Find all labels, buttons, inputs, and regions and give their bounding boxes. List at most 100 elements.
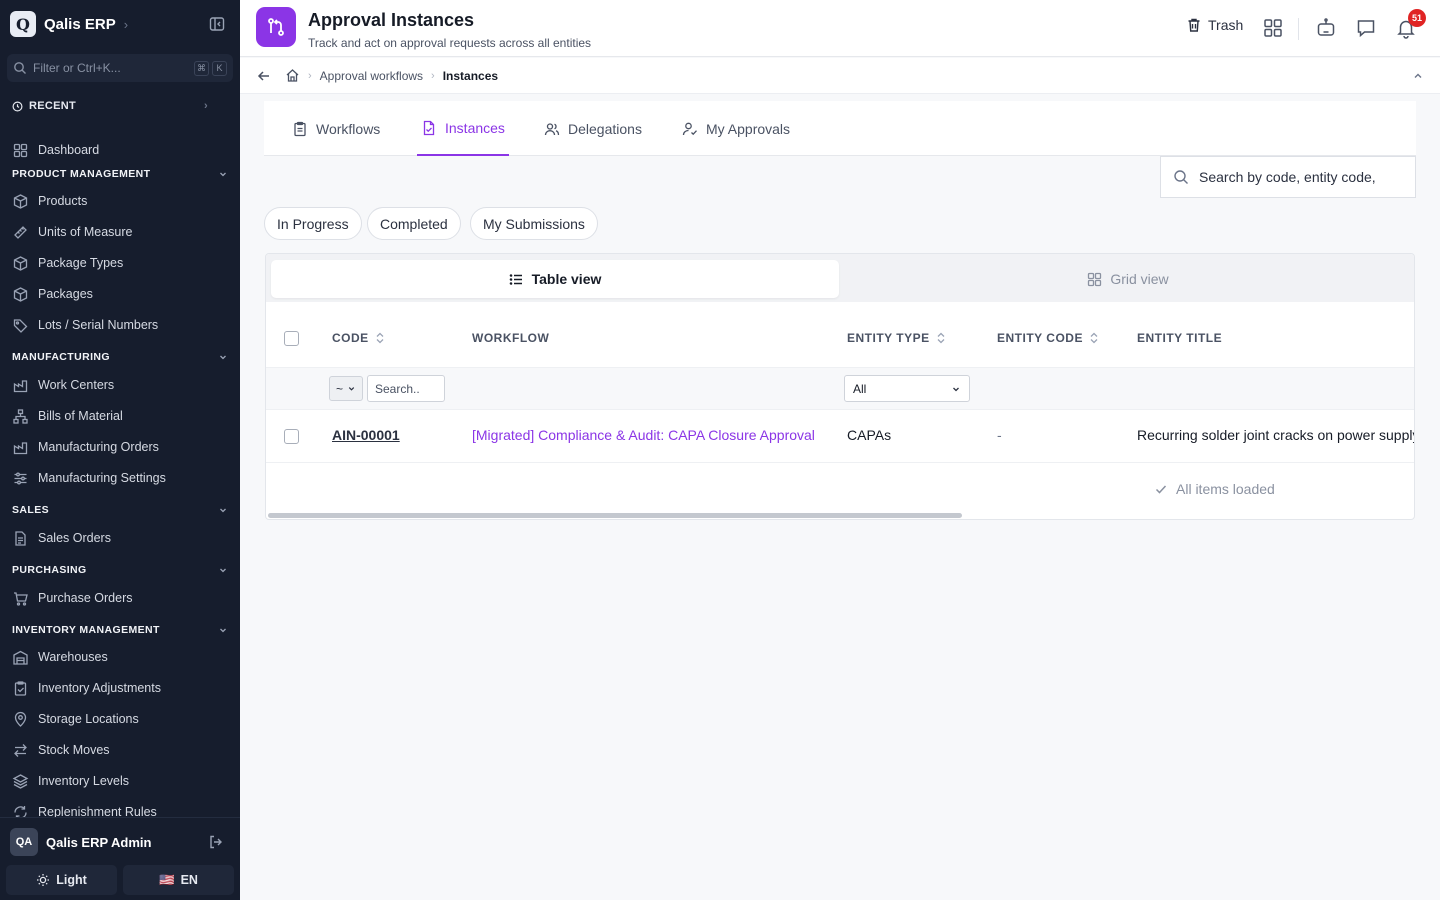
table-row[interactable]: AIN-00001 [Migrated] Compliance & Audit:…: [266, 411, 1415, 463]
robot-icon[interactable]: [1315, 17, 1337, 39]
grid-icon: [1087, 272, 1102, 287]
column-label: WORKFLOW: [472, 331, 550, 345]
sidebar-item-warehouses[interactable]: Warehouses: [12, 647, 108, 667]
tab-delegations[interactable]: Delegations: [544, 101, 642, 156]
column-label: CODE: [332, 331, 369, 345]
section-manufacturing[interactable]: MANUFACTURING: [12, 349, 228, 365]
sidebar-item-storage-locations[interactable]: Storage Locations: [12, 709, 139, 729]
sidebar-item-inventory-adjustments[interactable]: Inventory Adjustments: [12, 678, 161, 698]
dashboard-icon: [12, 142, 29, 159]
chevron-down-icon: [218, 625, 228, 635]
sidebar-item-manufacturing-orders[interactable]: Manufacturing Orders: [12, 437, 159, 457]
chevron-right-icon: ›: [123, 16, 129, 32]
tab-workflows[interactable]: Workflows: [292, 101, 380, 156]
package-icon: [12, 286, 29, 303]
avatar: QA: [10, 828, 38, 856]
sidebar-filter: ⌘ K: [7, 54, 233, 82]
sidebar-item-packages[interactable]: Packages: [12, 284, 93, 304]
sidebar-item-label: Storage Locations: [38, 712, 139, 726]
file-check-icon: [421, 120, 437, 136]
back-arrow-icon[interactable]: [257, 69, 271, 83]
search-input[interactable]: [1199, 169, 1399, 185]
user-profile[interactable]: QA Qalis ERP Admin: [10, 828, 151, 856]
column-header-code[interactable]: CODE: [332, 331, 385, 345]
breadcrumb-current: Instances: [442, 68, 499, 83]
sidebar-footer: QA Qalis ERP Admin Light 🇺🇸 EN: [0, 817, 240, 900]
sidebar-item-inventory-levels[interactable]: Inventory Levels: [12, 771, 129, 791]
sidebar-item-label: Manufacturing Settings: [38, 471, 166, 485]
sidebar-item-label: Units of Measure: [38, 225, 133, 239]
tab-label: Delegations: [568, 120, 642, 137]
column-filter-row: ~ All: [266, 367, 1414, 410]
apps-grid-icon[interactable]: [1262, 17, 1284, 39]
section-inventory-management[interactable]: INVENTORY MANAGEMENT: [12, 622, 228, 638]
sidebar-item-package-types[interactable]: Package Types: [12, 253, 123, 273]
chevron-up-icon[interactable]: [1412, 70, 1424, 82]
tab-instances[interactable]: Instances: [417, 101, 509, 156]
breadcrumb-approval-workflows[interactable]: Approval workflows: [320, 69, 423, 83]
sidebar-item-manufacturing-settings[interactable]: Manufacturing Settings: [12, 468, 166, 488]
chevron-down-icon: [218, 505, 228, 515]
entity-code-cell: -: [997, 427, 1002, 443]
chip-my-submissions[interactable]: My Submissions: [470, 207, 598, 240]
code-filter-operator[interactable]: ~: [329, 376, 363, 401]
language-button[interactable]: 🇺🇸 EN: [123, 865, 234, 895]
sidebar-item-stock-moves[interactable]: Stock Moves: [12, 740, 110, 760]
select-all-checkbox[interactable]: [284, 331, 299, 346]
section-product-management[interactable]: PRODUCT MANAGEMENT: [12, 166, 228, 182]
sort-icon: [375, 332, 385, 344]
sidebar-item-products[interactable]: Products: [12, 191, 87, 211]
horizontal-scrollbar[interactable]: [268, 513, 962, 518]
tab-my-approvals[interactable]: My Approvals: [682, 101, 790, 156]
search-icon: [1173, 169, 1189, 185]
collapse-sidebar-icon[interactable]: [208, 15, 226, 33]
sidebar-item-work-centers[interactable]: Work Centers: [12, 375, 114, 395]
home-icon[interactable]: [285, 68, 300, 83]
sidebar-item-units-of-measure[interactable]: Units of Measure: [12, 222, 132, 242]
workflow-link[interactable]: [Migrated] Compliance & Audit: CAPA Clos…: [472, 427, 815, 443]
sidebar-filter-input[interactable]: [33, 61, 191, 75]
warehouse-icon: [12, 649, 29, 666]
chevron-down-icon: [953, 387, 959, 391]
code-filter-input[interactable]: [367, 375, 445, 402]
logout-icon[interactable]: [208, 834, 224, 850]
row-checkbox[interactable]: [284, 429, 299, 444]
sidebar-item-bills-of-material[interactable]: Bills of Material: [12, 406, 123, 426]
table-view-button[interactable]: Table view: [271, 260, 839, 298]
chat-icon[interactable]: [1355, 17, 1377, 39]
table-view-label: Table view: [531, 271, 602, 287]
operator-label: ~: [335, 381, 343, 396]
page-subtitle: Track and act on approval requests acros…: [308, 36, 592, 50]
brand-logo: Q: [10, 11, 36, 37]
chip-in-progress[interactable]: In Progress: [264, 207, 362, 240]
instance-code-link[interactable]: AIN-00001: [332, 427, 400, 443]
sidebar-item-label: Purchase Orders: [38, 591, 133, 605]
chip-completed[interactable]: Completed: [367, 207, 461, 240]
sidebar-item-purchase-orders[interactable]: Purchase Orders: [12, 588, 132, 608]
sidebar-item-lots-serial-numbers[interactable]: Lots / Serial Numbers: [12, 315, 158, 335]
section-sales[interactable]: SALES: [12, 502, 228, 518]
entity-title-cell: Recurring solder joint cracks on power s…: [1137, 427, 1415, 443]
trash-button[interactable]: Trash: [1186, 17, 1243, 33]
flag-icon: 🇺🇸: [159, 872, 175, 887]
brand[interactable]: Q Qalis ERP ›: [10, 10, 128, 38]
view-switcher: Table view Grid view: [266, 254, 1414, 302]
recent-toggle[interactable]: RECENT ›: [12, 97, 208, 115]
theme-toggle-button[interactable]: Light: [6, 865, 117, 895]
section-title: MANUFACTURING: [12, 351, 110, 363]
column-header-entity-code[interactable]: ENTITY CODE: [997, 331, 1099, 345]
column-header-entity-type[interactable]: ENTITY TYPE: [847, 331, 946, 345]
section-purchasing[interactable]: PURCHASING: [12, 562, 228, 578]
sliders-icon: [12, 470, 29, 487]
entity-type-filter-select[interactable]: All: [844, 375, 970, 402]
tab-label: Instances: [445, 119, 505, 136]
list-icon: [509, 272, 524, 287]
instances-table-panel: Table view Grid view CODE WORKFLOW ENTIT…: [265, 253, 1415, 520]
column-label: ENTITY TITLE: [1137, 331, 1223, 345]
trash-label: Trash: [1208, 17, 1244, 33]
chevron-right-icon: ›: [431, 69, 435, 82]
grid-view-button[interactable]: Grid view: [844, 260, 1412, 298]
sidebar-item-dashboard[interactable]: Dashboard: [12, 140, 99, 160]
workflow-icon: [256, 7, 296, 47]
sidebar-item-sales-orders[interactable]: Sales Orders: [12, 528, 111, 548]
